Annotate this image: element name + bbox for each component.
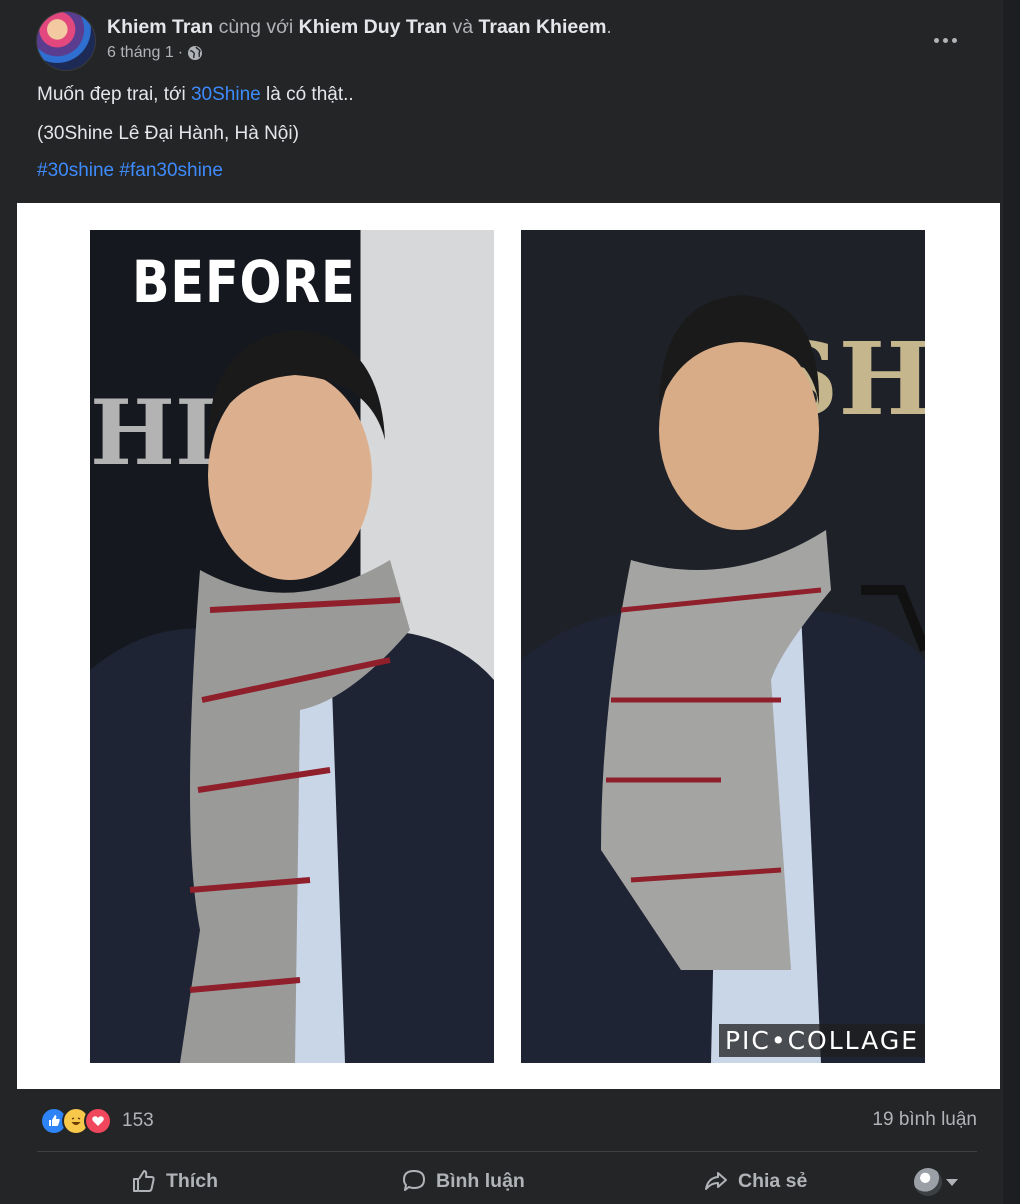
meta-separator: · xyxy=(177,44,184,61)
divider xyxy=(37,1151,977,1152)
post-hashtags: #30shine #fan30shine xyxy=(37,160,223,182)
author-avatar[interactable] xyxy=(37,12,95,70)
and-text: và xyxy=(452,16,474,38)
globe-icon xyxy=(187,45,203,61)
profile-avatar xyxy=(914,1168,942,1196)
audience-selector[interactable] xyxy=(914,1168,958,1196)
author-name[interactable]: Khiem Tran xyxy=(107,16,213,38)
comment-icon xyxy=(401,1168,427,1194)
chevron-down-icon xyxy=(946,1178,958,1186)
more-dot xyxy=(951,37,957,43)
post-text-prefix: Muốn đẹp trai, tới xyxy=(37,84,186,105)
hashtag-link[interactable]: #30shine xyxy=(37,160,114,181)
post-text-suffix: là có thật.. xyxy=(266,84,354,105)
reactions-summary[interactable]: 153 xyxy=(40,1106,154,1136)
after-photo: SH PIC•COLLAGE xyxy=(521,230,925,1063)
with-text: cùng với xyxy=(218,16,294,38)
brand-link[interactable]: 30Shine xyxy=(191,84,261,105)
comment-button[interactable]: Bình luận xyxy=(401,1158,525,1204)
post-text-line-1: Muốn đẹp trai, tới 30Shine là có thật.. xyxy=(37,84,354,106)
feed-post: Khiem Tran cùng với Khiem Duy Tran và Tr… xyxy=(0,0,1003,1204)
reaction-count[interactable]: 153 xyxy=(122,1110,154,1132)
hashtag-link[interactable]: #fan30shine xyxy=(119,160,223,181)
share-button[interactable]: Chia sẻ xyxy=(703,1158,807,1204)
post-photo[interactable]: HIN BEFORE SH PIC•COLLAGE xyxy=(17,203,1000,1089)
love-reaction-icon xyxy=(84,1107,112,1135)
thumbs-up-icon xyxy=(131,1168,157,1194)
post-location-text: (30Shine Lê Đại Hành, Hà Nội) xyxy=(37,123,299,144)
before-photo: HIN BEFORE xyxy=(90,230,494,1063)
post-meta: 6 tháng 1 · xyxy=(107,44,203,62)
tagged-user-2[interactable]: Traan Khieem xyxy=(479,16,607,38)
post-date[interactable]: 6 tháng 1 xyxy=(107,44,174,62)
tagged-user-1[interactable]: Khiem Duy Tran xyxy=(299,16,447,38)
share-icon xyxy=(703,1168,729,1194)
comment-label: Bình luận xyxy=(436,1169,525,1192)
more-dot xyxy=(933,37,939,43)
more-options-button[interactable] xyxy=(927,28,963,52)
like-button[interactable]: Thích xyxy=(131,1158,218,1204)
post-authors: Khiem Tran cùng với Khiem Duy Tran và Tr… xyxy=(107,16,612,39)
post-header: Khiem Tran cùng với Khiem Duy Tran và Tr… xyxy=(37,12,977,72)
before-label: BEFORE xyxy=(132,248,356,316)
post-actions: Thích Bình luận Chia sẻ xyxy=(37,1158,977,1204)
comments-count[interactable]: 19 bình luận xyxy=(872,1109,977,1131)
share-label: Chia sẻ xyxy=(738,1169,808,1192)
like-label: Thích xyxy=(166,1169,218,1192)
period: . xyxy=(606,16,612,38)
pic-collage-watermark: PIC•COLLAGE xyxy=(718,1024,925,1057)
more-dot xyxy=(942,37,948,43)
